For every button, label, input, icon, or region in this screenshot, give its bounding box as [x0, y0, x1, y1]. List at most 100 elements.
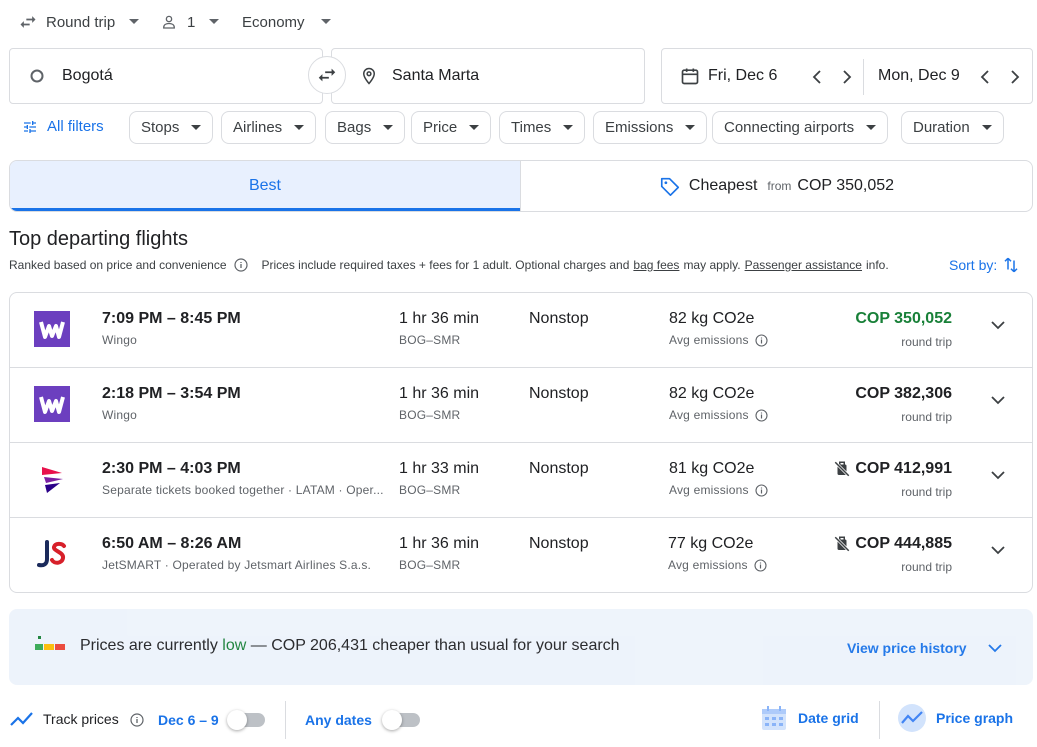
flight-price: COP 382,306: [855, 385, 952, 403]
info-icon[interactable]: [233, 258, 248, 272]
bag-fees-link[interactable]: bag fees: [633, 258, 679, 272]
flight-row[interactable]: 6:50 AM – 8:26 AM JetSMART · Operated by…: [10, 518, 1032, 592]
any-dates-label: Any dates: [305, 712, 372, 728]
flight-route: BOG–SMR: [399, 483, 461, 497]
expand-chevron-icon[interactable]: [990, 395, 1006, 405]
any-dates-toggle[interactable]: [382, 710, 420, 730]
date-grid-button[interactable]: Date grid: [760, 704, 859, 732]
trip-type-select[interactable]: Round trip: [18, 10, 140, 34]
track-dates-toggle[interactable]: [227, 710, 265, 730]
info-text: info.: [865, 258, 889, 272]
filter-bags[interactable]: Bags: [325, 111, 406, 144]
track-prices-label: Track prices: [43, 711, 119, 727]
trending-line-icon: [10, 711, 34, 727]
filter-airlines[interactable]: Airlines: [221, 111, 317, 144]
sort-tabs: Best Cheapest from COP 350,052: [9, 160, 1033, 212]
all-filters-label: All filters: [47, 118, 104, 135]
passengers-select[interactable]: 1: [160, 10, 220, 34]
filter-connecting-airports[interactable]: Connecting airports: [712, 111, 889, 144]
next-return-date-icon[interactable]: [1010, 69, 1020, 85]
emissions-label: Avg emissions: [668, 558, 748, 572]
chip-label: Duration: [913, 119, 970, 136]
filter-duration[interactable]: Duration: [901, 111, 1004, 144]
flight-route: BOG–SMR: [399, 333, 461, 347]
info-icon[interactable]: [754, 558, 767, 572]
trip-type-label: Round trip: [46, 13, 116, 31]
chip-label: Emissions: [605, 119, 674, 136]
caret-down-icon: [191, 124, 202, 131]
person-icon: [160, 13, 178, 31]
price-note: round trip: [901, 560, 952, 574]
price-graph-label: Price graph: [936, 710, 1014, 726]
flight-row[interactable]: 7:09 PM – 8:45 PM Wingo 1 hr 36 min BOG–…: [10, 293, 1032, 368]
tune-icon: [22, 119, 38, 135]
price-value: COP 382,306: [855, 385, 952, 402]
flight-row[interactable]: 2:30 PM – 4:03 PM Separate tickets booke…: [10, 443, 1032, 518]
emissions-label: Avg emissions: [669, 408, 749, 422]
flight-times: 7:09 PM – 8:45 PM: [102, 310, 241, 327]
jetsmart-logo: [34, 536, 70, 572]
prev-return-date-icon[interactable]: [980, 69, 990, 85]
expand-chevron-icon[interactable]: [990, 320, 1006, 330]
all-filters-button[interactable]: All filters: [22, 118, 104, 135]
emissions-label: Avg emissions: [669, 333, 749, 347]
info-icon[interactable]: [755, 408, 768, 422]
cabin-select[interactable]: Economy: [242, 10, 331, 34]
flight-stops: Nonstop: [529, 310, 589, 327]
price-insight-banner: Prices are currently low — COP 206,431 c…: [9, 609, 1033, 685]
emissions-label-wrap: Avg emissions: [668, 558, 767, 572]
flight-price: COP 412,991: [833, 460, 952, 478]
price-graph-button[interactable]: Price graph: [897, 703, 1013, 733]
filter-price[interactable]: Price: [411, 111, 492, 144]
prices-note-text: Prices include required taxes + fees for…: [261, 258, 630, 272]
cabin-label: Economy: [242, 13, 305, 31]
sort-by-button[interactable]: Sort by:: [949, 255, 1020, 275]
chip-label: Connecting airports: [724, 119, 855, 136]
passenger-assistance-link[interactable]: Passenger assistance: [745, 258, 862, 272]
filter-times[interactable]: Times: [499, 111, 586, 144]
info-icon[interactable]: [755, 483, 768, 497]
filter-emissions[interactable]: Emissions: [593, 111, 708, 144]
chip-label: Stops: [141, 119, 180, 136]
expand-chevron-icon[interactable]: [990, 470, 1006, 480]
price-tag-icon: [659, 175, 681, 197]
emissions-label-wrap: Avg emissions: [669, 483, 768, 497]
calendar-icon: [680, 66, 700, 86]
info-icon[interactable]: [755, 333, 768, 347]
calendar-grid-icon: [760, 704, 788, 732]
expand-chevron-icon[interactable]: [987, 643, 1003, 653]
latam-logo: [34, 461, 70, 497]
filter-stops[interactable]: Stops: [129, 111, 214, 144]
emissions-label-wrap: Avg emissions: [669, 333, 768, 347]
price-note: round trip: [901, 335, 952, 349]
swap-locations-button[interactable]: [308, 56, 346, 94]
passengers-count: 1: [187, 13, 196, 31]
origin-field[interactable]: Bogotá: [9, 48, 323, 104]
prev-depart-date-icon[interactable]: [812, 69, 822, 85]
info-icon[interactable]: [130, 713, 144, 727]
destination-field[interactable]: Santa Marta: [331, 48, 645, 104]
view-price-history-link[interactable]: View price history: [847, 640, 967, 656]
ranked-text: Ranked based on price and convenience: [9, 258, 227, 272]
expand-chevron-icon[interactable]: [990, 545, 1006, 555]
flight-emissions: 81 kg CO2e: [669, 460, 755, 477]
return-date[interactable]: Mon, Dec 9: [878, 67, 960, 85]
flight-duration: 1 hr 36 min: [399, 385, 480, 402]
location-pin-icon: [360, 66, 378, 86]
flight-airline: Wingo: [102, 408, 138, 422]
flight-times: 2:18 PM – 3:54 PM: [102, 385, 241, 402]
insight-suffix: — COP 206,431 cheaper than usual for you…: [250, 637, 620, 654]
next-depart-date-icon[interactable]: [842, 69, 852, 85]
caret-down-icon: [209, 19, 220, 25]
flight-row[interactable]: 2:18 PM – 3:54 PM Wingo 1 hr 36 min BOG–…: [10, 368, 1032, 443]
tab-best[interactable]: Best: [10, 161, 521, 211]
insight-level: low: [222, 637, 247, 654]
tab-cheapest[interactable]: Cheapest from COP 350,052: [521, 161, 1032, 211]
chip-label: Bags: [337, 119, 372, 136]
origin-circle-icon: [30, 69, 44, 83]
wingo-logo: [34, 386, 70, 422]
flight-stops: Nonstop: [529, 535, 589, 552]
depart-date[interactable]: Fri, Dec 6: [708, 67, 777, 85]
dates-field[interactable]: Fri, Dec 6 Mon, Dec 9: [661, 48, 1033, 104]
flight-price: COP 350,052: [855, 310, 952, 328]
